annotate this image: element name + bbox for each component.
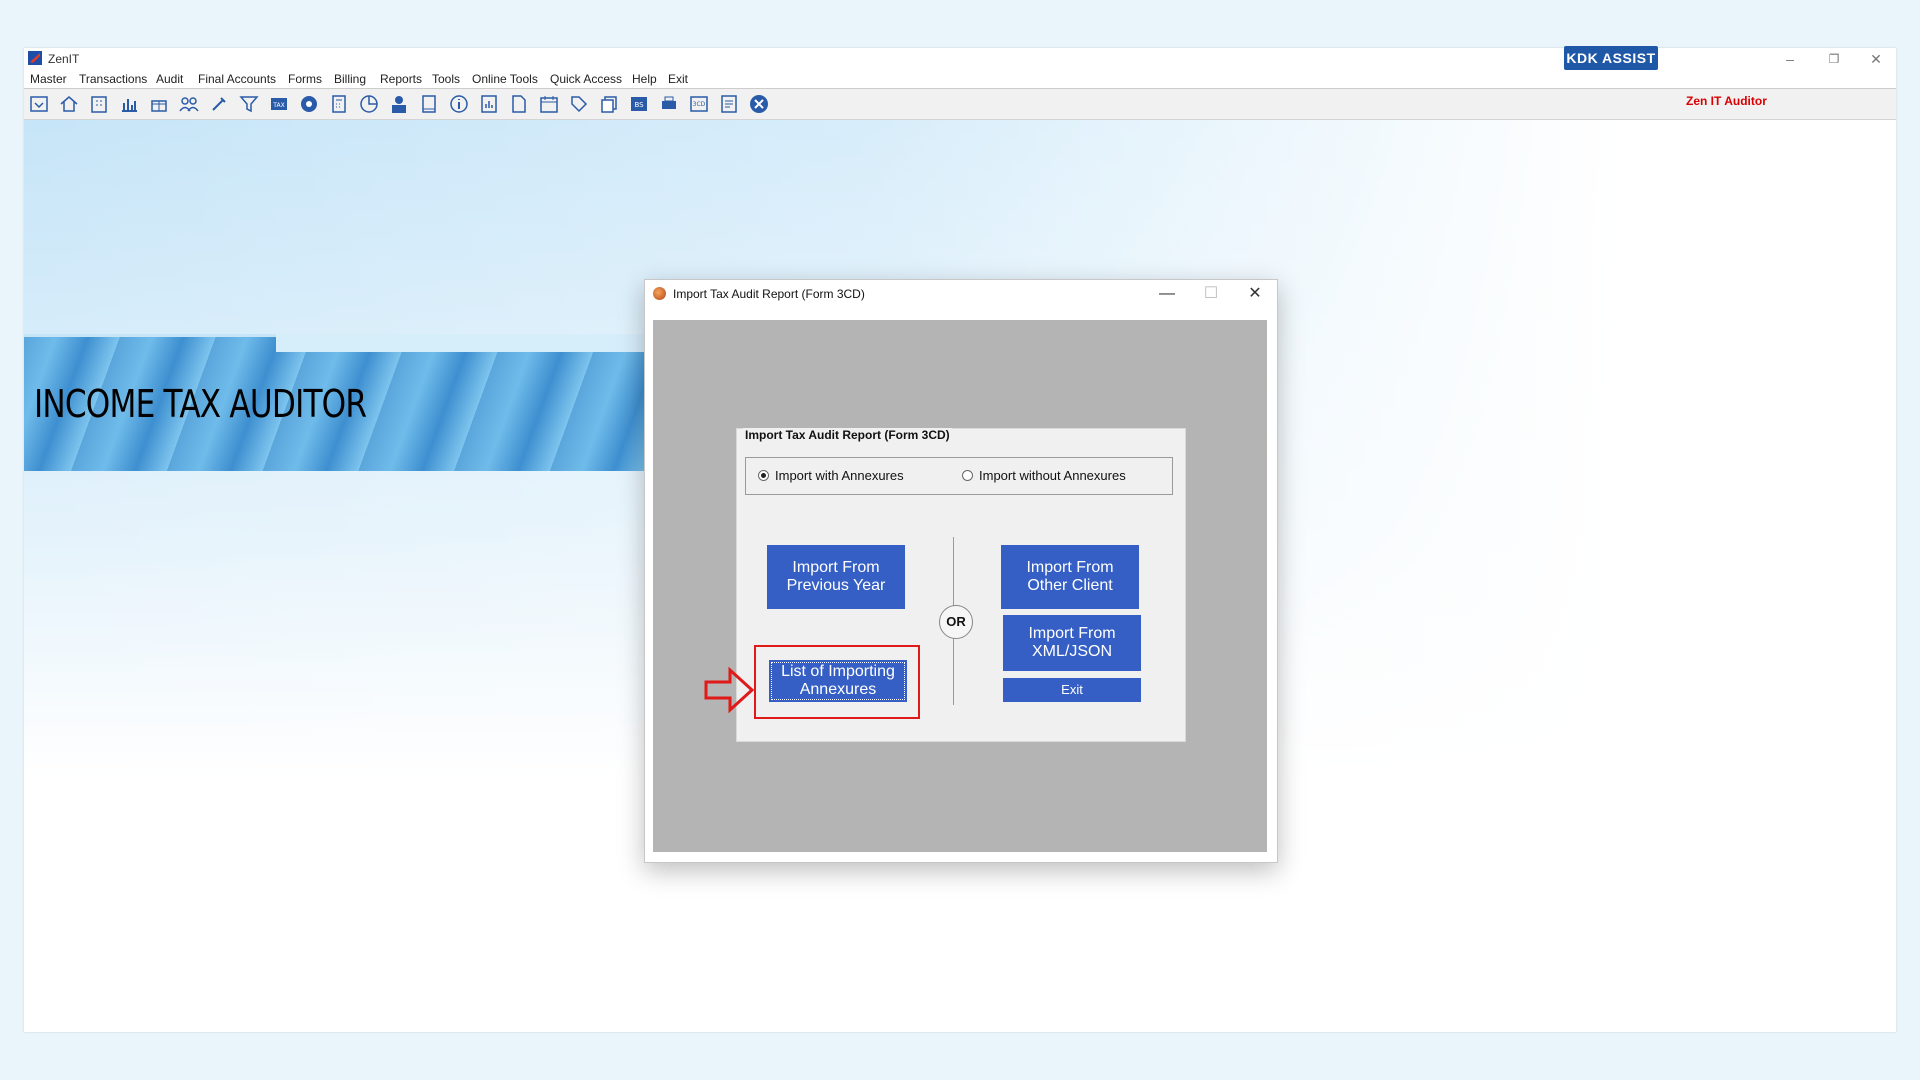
restore-button[interactable]: ❐ bbox=[1814, 48, 1854, 70]
tax-icon[interactable]: TAX bbox=[268, 93, 290, 115]
menu-master[interactable]: Master bbox=[30, 72, 67, 86]
svg-text:BS: BS bbox=[634, 101, 644, 109]
arrow-right-icon bbox=[704, 666, 755, 714]
dialog-close-button[interactable]: ✕ bbox=[1235, 280, 1275, 308]
menu-audit[interactable]: Audit bbox=[156, 72, 183, 86]
bar-chart-icon[interactable] bbox=[118, 93, 140, 115]
menu-billing[interactable]: Billing bbox=[334, 72, 366, 86]
banner-title: INCOME TAX AUDITOR bbox=[34, 382, 367, 426]
import-other-client-button[interactable]: Import From Other Client bbox=[1001, 545, 1139, 609]
radio-without-label: Import without Annexures bbox=[979, 468, 1126, 483]
home-icon[interactable] bbox=[58, 93, 80, 115]
dialog-body: Import Tax Audit Report (Form 3CD) Impor… bbox=[653, 320, 1267, 852]
import-icon[interactable] bbox=[28, 93, 50, 115]
pay-icon[interactable] bbox=[388, 93, 410, 115]
radio-with-label: Import with Annexures bbox=[775, 468, 904, 483]
building-icon[interactable] bbox=[88, 93, 110, 115]
menu-forms[interactable]: Forms bbox=[288, 72, 322, 86]
sheet-icon[interactable] bbox=[718, 93, 740, 115]
dialog-title: Import Tax Audit Report (Form 3CD) bbox=[673, 287, 865, 301]
book-icon[interactable] bbox=[418, 93, 440, 115]
product-label: Zen IT Auditor bbox=[1686, 94, 1767, 108]
radio-import-with-annexures[interactable]: Import with Annexures bbox=[758, 468, 904, 483]
menu-transactions[interactable]: Transactions bbox=[79, 72, 147, 86]
toolbar: TAX BS 3CD bbox=[24, 89, 1896, 120]
kdk-assist-button[interactable]: KDK ASSIST bbox=[1564, 46, 1658, 70]
radio-import-without-annexures[interactable]: Import without Annexures bbox=[962, 468, 1126, 483]
report-icon[interactable] bbox=[478, 93, 500, 115]
dialog-app-icon bbox=[653, 287, 666, 300]
or-badge: OR bbox=[939, 605, 973, 639]
tools-icon[interactable] bbox=[208, 93, 230, 115]
disc-icon[interactable] bbox=[298, 93, 320, 115]
radio-selected-icon bbox=[758, 470, 769, 481]
app-logo-icon bbox=[28, 51, 42, 65]
minimize-button[interactable]: – bbox=[1770, 48, 1810, 70]
banner-notch bbox=[276, 334, 644, 352]
tag-icon[interactable] bbox=[568, 93, 590, 115]
dialog-maximize-button: ☐ bbox=[1203, 285, 1219, 302]
menu-final-accounts[interactable]: Final Accounts bbox=[198, 72, 276, 86]
group-icon[interactable] bbox=[178, 93, 200, 115]
import-xml-json-button[interactable]: Import From XML/JSON bbox=[1003, 615, 1141, 671]
close-icon[interactable] bbox=[748, 93, 770, 115]
info-icon[interactable] bbox=[448, 93, 470, 115]
close-button[interactable]: ✕ bbox=[1856, 48, 1896, 70]
menu-bar: Master Transactions Audit Final Accounts… bbox=[24, 70, 1896, 89]
annexure-radio-group: Import with Annexures Import without Ann… bbox=[745, 457, 1173, 495]
import-previous-year-button[interactable]: Import From Previous Year bbox=[767, 545, 905, 609]
menu-exit[interactable]: Exit bbox=[668, 72, 688, 86]
exit-button[interactable]: Exit bbox=[1003, 678, 1141, 702]
dialog-minimize-button[interactable]: — bbox=[1147, 280, 1187, 308]
app-title: ZenIT bbox=[48, 52, 80, 66]
menu-online-tools[interactable]: Online Tools bbox=[472, 72, 538, 86]
filter-icon[interactable] bbox=[238, 93, 260, 115]
calendar-icon[interactable] bbox=[538, 93, 560, 115]
panel-legend: Import Tax Audit Report (Form 3CD) bbox=[743, 428, 952, 442]
highlight-box bbox=[754, 645, 920, 719]
copy-icon[interactable] bbox=[598, 93, 620, 115]
menu-quick-access[interactable]: Quick Access bbox=[550, 72, 622, 86]
bs-icon[interactable]: BS bbox=[628, 93, 650, 115]
menu-tools[interactable]: Tools bbox=[432, 72, 460, 86]
import-dialog: Import Tax Audit Report (Form 3CD) — ☐ ✕… bbox=[644, 279, 1278, 863]
gift-icon[interactable] bbox=[148, 93, 170, 115]
menu-help[interactable]: Help bbox=[632, 72, 657, 86]
pie-chart-icon[interactable] bbox=[358, 93, 380, 115]
radio-unselected-icon bbox=[962, 470, 973, 481]
3cd-icon[interactable]: 3CD bbox=[688, 93, 710, 115]
menu-reports[interactable]: Reports bbox=[380, 72, 422, 86]
svg-text:3CD: 3CD bbox=[693, 101, 706, 108]
document-icon[interactable] bbox=[508, 93, 530, 115]
calculator-icon[interactable] bbox=[328, 93, 350, 115]
svg-text:TAX: TAX bbox=[272, 102, 284, 109]
print-icon[interactable] bbox=[658, 93, 680, 115]
